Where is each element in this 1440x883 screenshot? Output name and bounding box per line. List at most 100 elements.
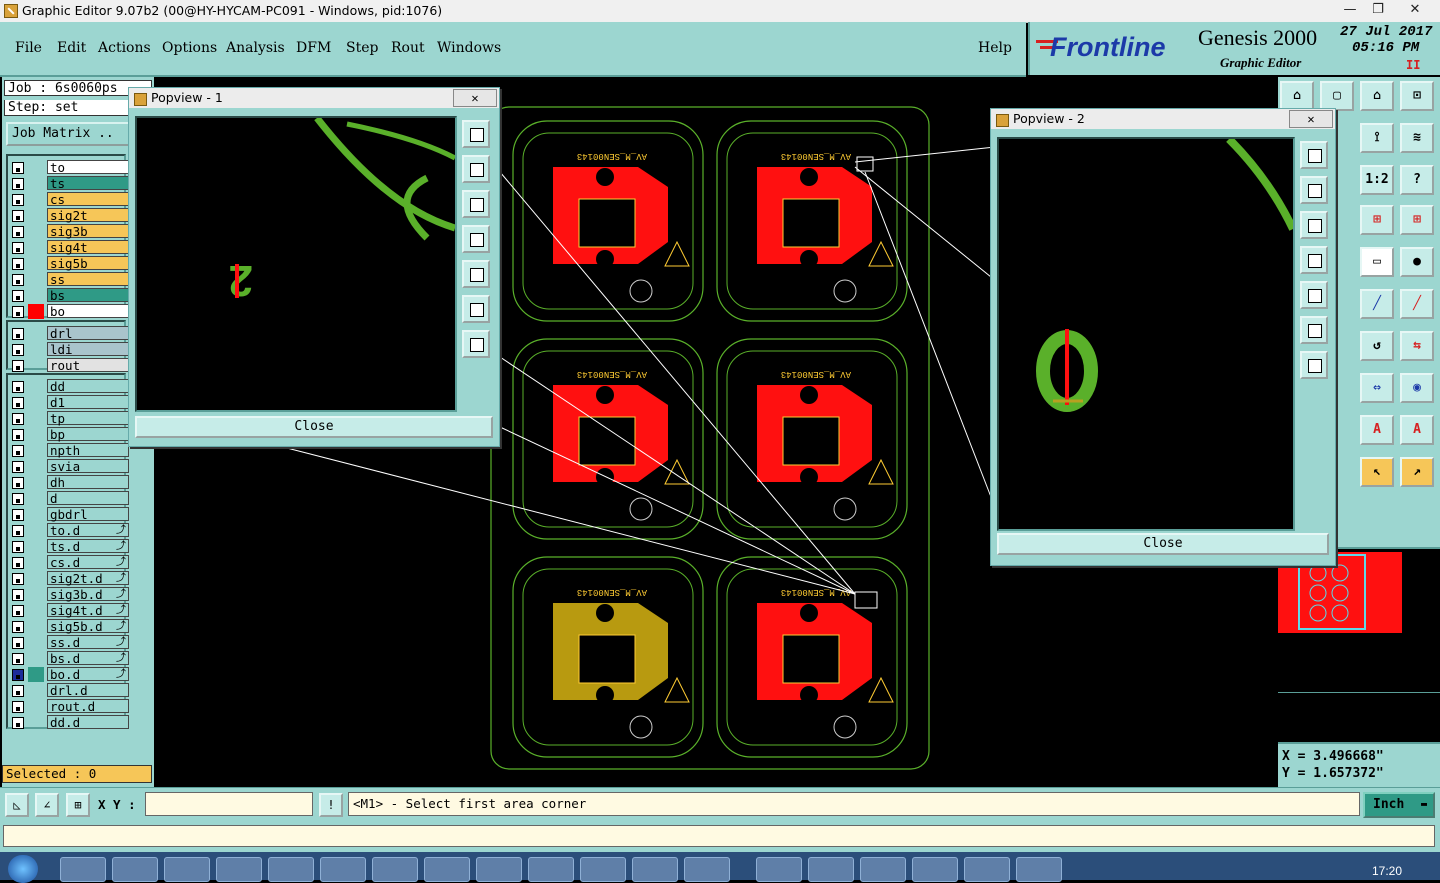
taskbar-app[interactable]	[164, 857, 210, 882]
layer-name[interactable]: bs	[47, 288, 129, 303]
text-b-icon[interactable]: A	[1400, 415, 1434, 445]
taskbar-app[interactable]	[964, 857, 1010, 882]
layer-name[interactable]: cs.d ⤴	[47, 555, 129, 570]
layer-checkbox[interactable]	[12, 413, 24, 425]
layer-checkbox[interactable]	[12, 525, 24, 537]
route-icon[interactable]: ↗	[1400, 457, 1434, 487]
layer-checkbox[interactable]	[12, 397, 24, 409]
menu-edit[interactable]: Edit	[57, 40, 86, 56]
layer-checkbox[interactable]	[12, 541, 24, 553]
minimize-button[interactable]: —	[1336, 0, 1364, 20]
layer-checkbox[interactable]	[12, 557, 24, 569]
fit-screen-icon[interactable]: ⊡	[1400, 81, 1434, 111]
layer-checkbox[interactable]	[12, 669, 24, 681]
layer-checkbox[interactable]	[12, 178, 24, 190]
menu-help[interactable]: Help	[978, 40, 1012, 56]
layer-name[interactable]: gbdrl	[47, 507, 129, 522]
job-matrix-button[interactable]: Job Matrix ..	[6, 122, 130, 146]
menu-file[interactable]: File	[15, 40, 42, 56]
layer-name[interactable]: dh	[47, 475, 129, 490]
pan-right-icon[interactable]	[1300, 281, 1328, 309]
layer-name[interactable]: ss.d ⤴	[47, 635, 129, 650]
layer-name[interactable]: sig2t.d ⤴	[47, 571, 129, 586]
popview-zoom-icon[interactable]	[1300, 141, 1328, 169]
taskbar-app[interactable]	[756, 857, 802, 882]
popview-1-close-button[interactable]: Close	[135, 416, 493, 438]
xy-input[interactable]	[145, 792, 313, 816]
layer-name[interactable]: sig5b.d ⤴	[47, 619, 129, 634]
layer-checkbox[interactable]	[12, 509, 24, 521]
pan-up-icon[interactable]	[1300, 176, 1328, 204]
layer-name[interactable]: npth	[47, 443, 129, 458]
layer-name[interactable]: bo	[47, 304, 129, 319]
net-check-icon[interactable]: ⊞	[1400, 205, 1434, 235]
zoom-in-icon[interactable]	[1300, 316, 1328, 344]
menu-actions[interactable]: Actions	[98, 40, 151, 56]
popview-2-view[interactable]	[997, 136, 1297, 531]
taskbar-app[interactable]	[424, 857, 470, 882]
layer-name[interactable]: tp	[47, 411, 129, 426]
popview-zoom-icon[interactable]	[462, 120, 490, 148]
zoom-home-icon[interactable]: ⌂	[1280, 81, 1314, 111]
taskbar-app[interactable]	[684, 857, 730, 882]
popview-1-view[interactable]: 2	[135, 115, 457, 412]
taskbar-app[interactable]	[1016, 857, 1062, 882]
pointer-icon[interactable]: ↖	[1360, 457, 1394, 487]
layer-name[interactable]: d	[47, 491, 129, 506]
layer-checkbox[interactable]	[12, 621, 24, 633]
pan-left-icon[interactable]	[1300, 246, 1328, 274]
layer-checkbox[interactable]	[12, 226, 24, 238]
layer-name[interactable]: sig4t.d ⤴	[47, 603, 129, 618]
layer-checkbox[interactable]	[12, 685, 24, 697]
pause-icon[interactable]: II	[1406, 58, 1420, 72]
move-icon[interactable]: ⇔	[1360, 373, 1394, 403]
jump-icon[interactable]: ⇆	[1400, 331, 1434, 361]
layer-name[interactable]: rout.d	[47, 699, 129, 714]
layer-checkbox[interactable]	[12, 717, 24, 729]
menu-step[interactable]: Step	[346, 40, 378, 56]
layer-checkbox[interactable]	[12, 573, 24, 585]
layer-checkbox[interactable]	[12, 344, 24, 356]
layer-checkbox[interactable]	[12, 653, 24, 665]
layer-name[interactable]: bp	[47, 427, 129, 442]
snap-icon[interactable]: ⟟	[1360, 123, 1394, 153]
layer-name[interactable]: sig3b	[47, 224, 129, 239]
taskbar-app[interactable]	[580, 857, 626, 882]
taskbar-app[interactable]	[320, 857, 366, 882]
layer-name[interactable]: cs	[47, 192, 129, 207]
layer-checkbox[interactable]	[12, 493, 24, 505]
taskbar-app[interactable]	[112, 857, 158, 882]
layer-checkbox[interactable]	[12, 194, 24, 206]
layer-name[interactable]: sig3b.d ⤴	[47, 587, 129, 602]
pan-down-icon[interactable]	[462, 190, 490, 218]
shape-icon[interactable]: ◉	[1400, 373, 1434, 403]
layer-checkbox[interactable]	[12, 445, 24, 457]
measure-icon[interactable]: ≋	[1400, 123, 1434, 153]
layer-name[interactable]: sig2t	[47, 208, 129, 223]
select-area-icon[interactable]: ◺	[5, 793, 29, 817]
layer-name[interactable]: ts.d ⤴	[47, 539, 129, 554]
layer-name[interactable]: to.d ⤴	[47, 523, 129, 538]
home-icon[interactable]: ⌂	[1360, 81, 1394, 111]
text-a-icon[interactable]: A	[1360, 415, 1394, 445]
line-add-icon[interactable]: ╱	[1400, 289, 1434, 319]
layer-checkbox[interactable]	[12, 290, 24, 302]
grid-icon[interactable]: ⊞	[66, 793, 90, 817]
ruler-icon[interactable]: ▭	[1360, 247, 1394, 277]
unit-selector[interactable]: Inch ▬	[1363, 792, 1435, 818]
restore-button[interactable]: ❐	[1364, 0, 1392, 20]
layer-checkbox[interactable]	[12, 589, 24, 601]
layer-checkbox[interactable]	[12, 637, 24, 649]
taskbar-app[interactable]	[528, 857, 574, 882]
layer-checkbox[interactable]	[12, 381, 24, 393]
layer-name[interactable]: ldi	[47, 342, 129, 357]
info-button[interactable]: !	[319, 793, 343, 817]
layer-checkbox[interactable]	[12, 461, 24, 473]
layer-name[interactable]: ts	[47, 176, 129, 191]
pad-icon[interactable]: ●	[1400, 247, 1434, 277]
layer-name[interactable]: sig4t	[47, 240, 129, 255]
taskbar-app[interactable]	[860, 857, 906, 882]
net-icon[interactable]: ⊞	[1360, 205, 1394, 235]
layer-checkbox[interactable]	[12, 477, 24, 489]
menu-analysis[interactable]: Analysis	[226, 40, 285, 56]
